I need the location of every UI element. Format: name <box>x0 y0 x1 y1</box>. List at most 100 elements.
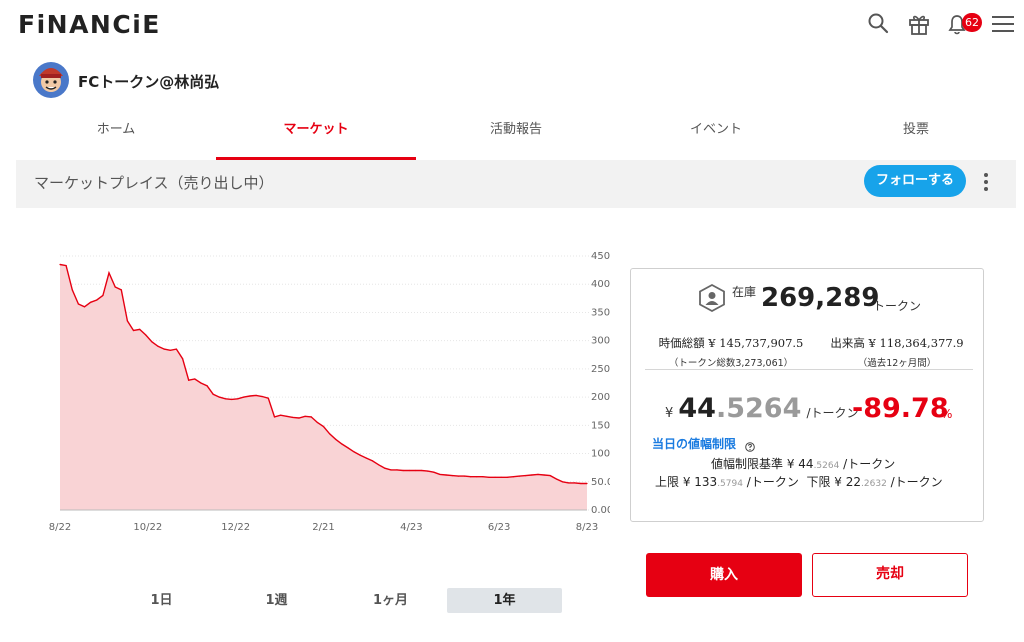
y-tick-label: 300.0000 <box>591 336 610 347</box>
price-point <box>414 469 416 472</box>
price-point <box>255 394 257 396</box>
price-point <box>537 473 539 475</box>
price-point <box>261 395 263 398</box>
y-tick-label: 100.0000 <box>591 449 610 460</box>
price-point <box>543 474 545 476</box>
price-point <box>396 469 398 471</box>
price-point <box>249 395 251 397</box>
total-token-supply: （トークン総数3,273,061） <box>668 358 794 369</box>
price-point <box>371 460 374 462</box>
upper-limit-label: 上限 ¥ <box>655 475 691 489</box>
tab-home[interactable]: ホーム <box>16 116 216 160</box>
lower-limit-integer: 22 <box>845 475 862 489</box>
x-tick-label: 8/22 <box>49 522 71 533</box>
price-point <box>555 478 558 480</box>
tab-activity-report[interactable]: 活動報告 <box>416 116 616 160</box>
price-point <box>365 457 367 459</box>
price-point <box>390 469 392 471</box>
price-point <box>175 348 177 350</box>
price-point <box>335 438 337 440</box>
price-chart[interactable]: 0.0000 50.0000 100.0000 150.0000 200.0000 250… <box>0 240 610 540</box>
price-point <box>568 482 570 484</box>
price-integer: 44 <box>678 393 716 424</box>
market-header: マーケットプレイス（売り出し中） フォローする <box>16 160 1016 208</box>
price-point <box>65 265 67 267</box>
price-point <box>77 303 79 305</box>
lower-limit-label: 下限 ¥ <box>806 475 842 489</box>
price-point <box>329 433 331 435</box>
price-point <box>580 482 582 485</box>
y-tick-label: 450.0000 <box>591 251 610 262</box>
price-change-value: -89.78 <box>852 393 949 424</box>
price-point <box>126 320 128 322</box>
period-1week-button[interactable]: 1週 <box>219 588 334 613</box>
stock-value: 269,289 <box>761 283 880 313</box>
price-point <box>120 289 122 291</box>
price-point <box>347 447 349 449</box>
price-unit: /トークン <box>806 406 859 420</box>
tab-vote[interactable]: 投票 <box>816 116 1016 160</box>
x-tick-label: 6/23 <box>488 522 510 533</box>
price-point <box>488 476 490 478</box>
price-point <box>237 398 239 400</box>
price-point <box>218 396 220 398</box>
price-point <box>359 454 361 456</box>
price-point <box>470 476 472 478</box>
lower-limit-decimal: .2632 <box>861 479 887 489</box>
stock-unit: トークン <box>873 299 922 313</box>
period-1year-button[interactable]: 1年 <box>447 588 562 613</box>
price-point <box>378 464 380 466</box>
market-cap-stat: 時価総額 ¥ 145,737,907.5 （トークン総数3,273,061） <box>651 335 811 369</box>
price-point <box>243 396 245 398</box>
price-point <box>482 476 484 478</box>
buy-button[interactable]: 購入 <box>646 553 802 597</box>
search-icon[interactable] <box>866 11 894 39</box>
limit-base-integer: 44 <box>798 457 814 471</box>
price-point <box>163 348 165 350</box>
tab-market[interactable]: マーケット <box>216 116 416 160</box>
y-tick-label: 350.0000 <box>591 307 610 318</box>
price-point <box>476 476 478 478</box>
price-point <box>212 393 214 395</box>
period-1day-button[interactable]: 1日 <box>104 588 219 613</box>
y-tick-label: 400.0000 <box>591 279 610 290</box>
x-tick-label: 10/22 <box>133 522 162 533</box>
volume-period: （過去12ヶ月間） <box>857 358 937 369</box>
financie-logo[interactable]: FiNANCiE <box>18 10 161 39</box>
price-point <box>353 451 355 453</box>
sell-button[interactable]: 売却 <box>812 553 968 597</box>
price-point <box>188 379 190 381</box>
price-point <box>132 329 135 332</box>
limit-base-unit: /トークン <box>843 457 896 471</box>
tab-events[interactable]: イベント <box>616 116 816 160</box>
period-1month-button[interactable]: 1ヶ月 <box>333 588 448 613</box>
market-cap-value: ¥ 145,737,907.5 <box>708 336 804 350</box>
price-point <box>71 289 73 291</box>
limit-base-label: 値幅制限基準 ¥ <box>711 457 795 471</box>
price-point <box>83 306 86 308</box>
upper-limit-unit: /トークン <box>746 475 799 489</box>
more-options-icon[interactable] <box>978 170 994 194</box>
price-point <box>433 471 435 473</box>
follow-button[interactable]: フォローする <box>864 165 966 197</box>
menu-icon[interactable] <box>990 11 1018 39</box>
price-point <box>561 481 564 483</box>
price-point <box>586 482 588 485</box>
price-point <box>151 341 153 343</box>
price-point <box>408 469 410 472</box>
gift-icon[interactable] <box>906 11 934 39</box>
x-tick-label: 4/23 <box>400 522 422 533</box>
divider <box>645 369 973 370</box>
price-point <box>506 476 508 478</box>
price-limit-title[interactable]: 当日の値幅制限 <box>652 435 736 452</box>
price-point <box>169 349 171 351</box>
price-point <box>457 475 459 477</box>
volume-stat: 出来高 ¥ 118,364,377.9 （過去12ヶ月間） <box>817 335 977 369</box>
price-point <box>298 417 300 419</box>
token-avatar[interactable] <box>33 62 69 98</box>
stock-icon <box>697 283 727 313</box>
price-point <box>292 416 294 418</box>
stock-label: 在庫 <box>732 285 757 299</box>
help-icon[interactable] <box>745 437 755 452</box>
price-point <box>500 476 502 478</box>
